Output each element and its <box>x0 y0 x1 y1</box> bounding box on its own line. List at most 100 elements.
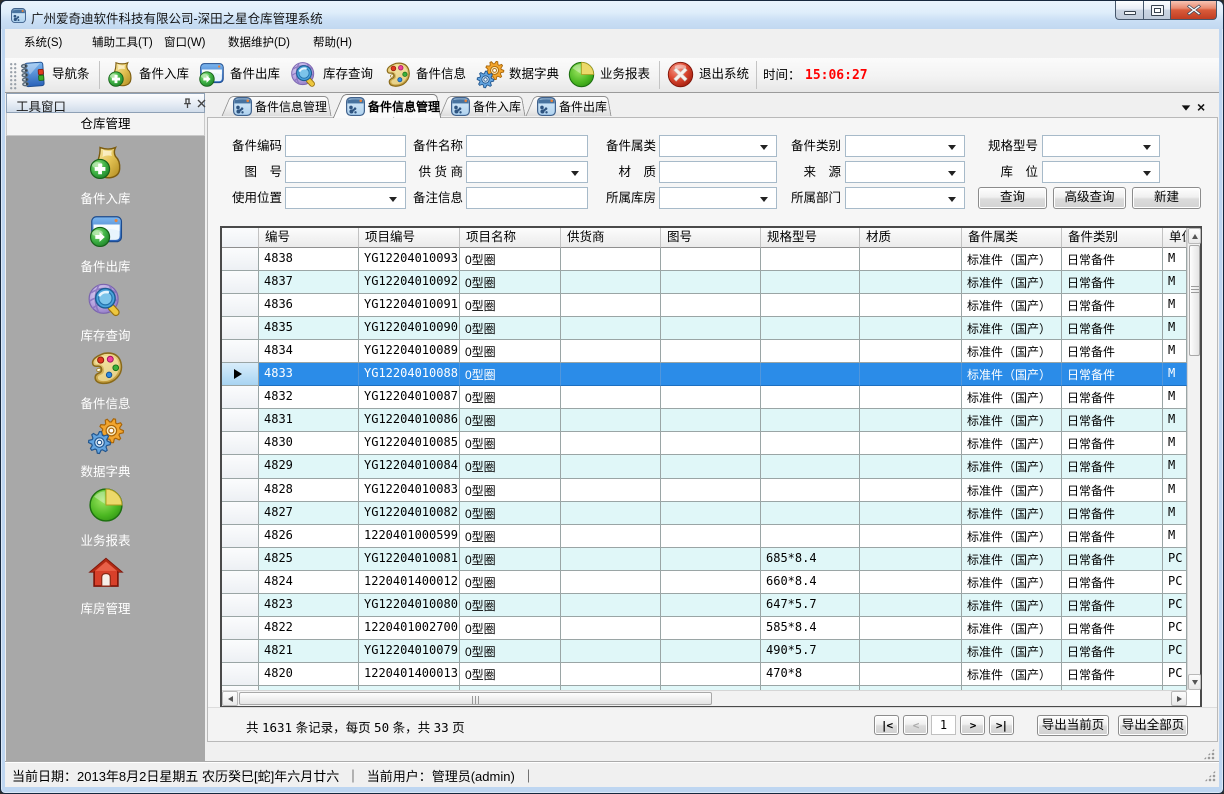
column-header-编号[interactable]: 编号 <box>259 228 359 248</box>
cell[interactable]: M <box>1163 386 1187 409</box>
title-bar[interactable]: 广州爱奇迪软件科技有限公司-深田之星仓库管理系统 <box>1 1 1223 29</box>
row-selector-cell[interactable] <box>222 363 259 386</box>
table-row[interactable]: 4837YG122040100920型圈标准件（国产）日常备件M <box>222 271 1187 294</box>
sidebar-item-parts-info[interactable]: 备件信息 <box>6 349 205 412</box>
cell[interactable] <box>860 271 962 294</box>
cell[interactable]: 日常备件 <box>1062 340 1163 363</box>
cell[interactable] <box>561 386 661 409</box>
scroll-right-button[interactable] <box>1171 691 1187 706</box>
row-selector-cell[interactable] <box>222 617 259 640</box>
cell[interactable]: M <box>1163 317 1187 340</box>
cell[interactable] <box>761 386 860 409</box>
tab-list-dropdown-icon[interactable] <box>1181 105 1191 111</box>
cell[interactable]: 日常备件 <box>1062 617 1163 640</box>
table-row[interactable]: 4825YG122040100810型圈685*8.4标准件（国产）日常备件PC <box>222 548 1187 571</box>
tab-close-icon[interactable]: × <box>1197 102 1209 114</box>
cell[interactable]: 0型圈 <box>460 594 561 617</box>
cell[interactable] <box>860 386 962 409</box>
toolbar-button-navbook[interactable]: 导航条 <box>19 58 90 93</box>
cell[interactable]: M <box>1163 340 1187 363</box>
cell[interactable] <box>561 317 661 340</box>
cell[interactable] <box>661 525 761 548</box>
cell[interactable] <box>661 294 761 317</box>
search-input-图 号[interactable] <box>285 161 406 183</box>
cell[interactable]: PC <box>1163 571 1187 594</box>
cell[interactable]: 0型圈 <box>460 340 561 363</box>
tab-3[interactable]: 备件入库 <box>448 96 521 116</box>
cell[interactable]: 4833 <box>259 363 359 386</box>
sidebar-group-header[interactable]: 仓库管理 <box>6 113 205 136</box>
menu-item-3[interactable]: 窗口(W) <box>164 29 206 58</box>
cell[interactable] <box>860 594 962 617</box>
cell[interactable] <box>661 409 761 432</box>
cell[interactable] <box>661 340 761 363</box>
search-select-库 位[interactable] <box>1042 161 1160 183</box>
cell[interactable]: YG12204010090 <box>359 317 460 340</box>
cell[interactable]: 日常备件 <box>1062 363 1163 386</box>
row-selector-cell[interactable] <box>222 663 259 686</box>
cell[interactable]: 标准件（国产） <box>962 640 1062 663</box>
cell[interactable] <box>661 548 761 571</box>
column-header-供货商[interactable]: 供货商 <box>561 228 661 248</box>
cell[interactable]: 0型圈 <box>460 640 561 663</box>
cell[interactable] <box>761 525 860 548</box>
cell[interactable]: M <box>1163 525 1187 548</box>
cell[interactable]: 647*5.7 <box>761 594 860 617</box>
cell[interactable]: 0型圈 <box>460 479 561 502</box>
cell[interactable]: 标准件（国产） <box>962 340 1062 363</box>
menu-item-1[interactable]: 系统(S) <box>24 29 62 58</box>
row-selector-cell[interactable] <box>222 386 259 409</box>
cell[interactable]: PC <box>1163 640 1187 663</box>
cell[interactable]: 4820 <box>259 663 359 686</box>
cell[interactable]: 0型圈 <box>460 571 561 594</box>
cell[interactable]: 4830 <box>259 432 359 455</box>
table-row[interactable]: 4828YG122040100830型圈标准件（国产）日常备件M <box>222 479 1187 502</box>
cell[interactable]: 日常备件 <box>1062 571 1163 594</box>
table-row[interactable]: 4832YG122040100870型圈标准件（国产）日常备件M <box>222 386 1187 409</box>
cell[interactable] <box>860 571 962 594</box>
cell[interactable] <box>661 432 761 455</box>
cell[interactable]: 4821 <box>259 640 359 663</box>
cell[interactable]: YG12204010086 <box>359 409 460 432</box>
cell[interactable] <box>561 640 661 663</box>
cell[interactable] <box>761 271 860 294</box>
cell[interactable] <box>860 525 962 548</box>
row-selector-cell[interactable] <box>222 455 259 479</box>
cell[interactable] <box>761 248 860 271</box>
cell[interactable]: 4826 <box>259 525 359 548</box>
cell[interactable] <box>860 663 962 686</box>
cell[interactable]: 日常备件 <box>1062 640 1163 663</box>
cell[interactable]: PC <box>1163 663 1187 686</box>
cell[interactable]: 标准件（国产） <box>962 663 1062 686</box>
cell[interactable]: 0型圈 <box>460 525 561 548</box>
cell[interactable]: 标准件（国产） <box>962 479 1062 502</box>
vertical-scroll-thumb[interactable] <box>1189 245 1200 356</box>
cell[interactable]: 标准件（国产） <box>962 548 1062 571</box>
table-row[interactable]: 4829YG122040100840型圈标准件（国产）日常备件M <box>222 455 1187 479</box>
search-input-备注信息[interactable] <box>466 187 588 209</box>
cell[interactable] <box>661 571 761 594</box>
cell[interactable]: YG12204010091 <box>359 294 460 317</box>
cell[interactable] <box>661 248 761 271</box>
row-selector-cell[interactable] <box>222 409 259 432</box>
cell[interactable]: 日常备件 <box>1062 248 1163 271</box>
search-select-备件类别[interactable] <box>845 135 965 157</box>
table-row[interactable]: 4838YG122040100930型圈标准件（国产）日常备件M <box>222 248 1187 271</box>
column-header-项目编号[interactable]: 项目编号 <box>359 228 460 248</box>
cell[interactable] <box>661 594 761 617</box>
table-row[interactable]: 482612204010005990型圈标准件（国产）日常备件M <box>222 525 1187 548</box>
column-header-备件类别[interactable]: 备件类别 <box>1062 228 1163 248</box>
table-row[interactable]: 4830YG122040100850型圈标准件（国产）日常备件M <box>222 432 1187 455</box>
cell[interactable] <box>761 502 860 525</box>
cell[interactable]: 日常备件 <box>1062 386 1163 409</box>
tab-2[interactable]: 备件信息管理 <box>343 94 436 118</box>
cell[interactable]: 0型圈 <box>460 386 561 409</box>
table-row[interactable]: 4835YG122040100900型圈标准件（国产）日常备件M <box>222 317 1187 340</box>
cell[interactable] <box>761 363 860 386</box>
pin-icon[interactable] <box>181 97 194 110</box>
cell[interactable]: YG12204010080 <box>359 594 460 617</box>
table-row[interactable]: 4836YG122040100910型圈标准件（国产）日常备件M <box>222 294 1187 317</box>
cell[interactable] <box>661 479 761 502</box>
cell[interactable]: 日常备件 <box>1062 294 1163 317</box>
cell[interactable]: 1220401002700 <box>359 617 460 640</box>
